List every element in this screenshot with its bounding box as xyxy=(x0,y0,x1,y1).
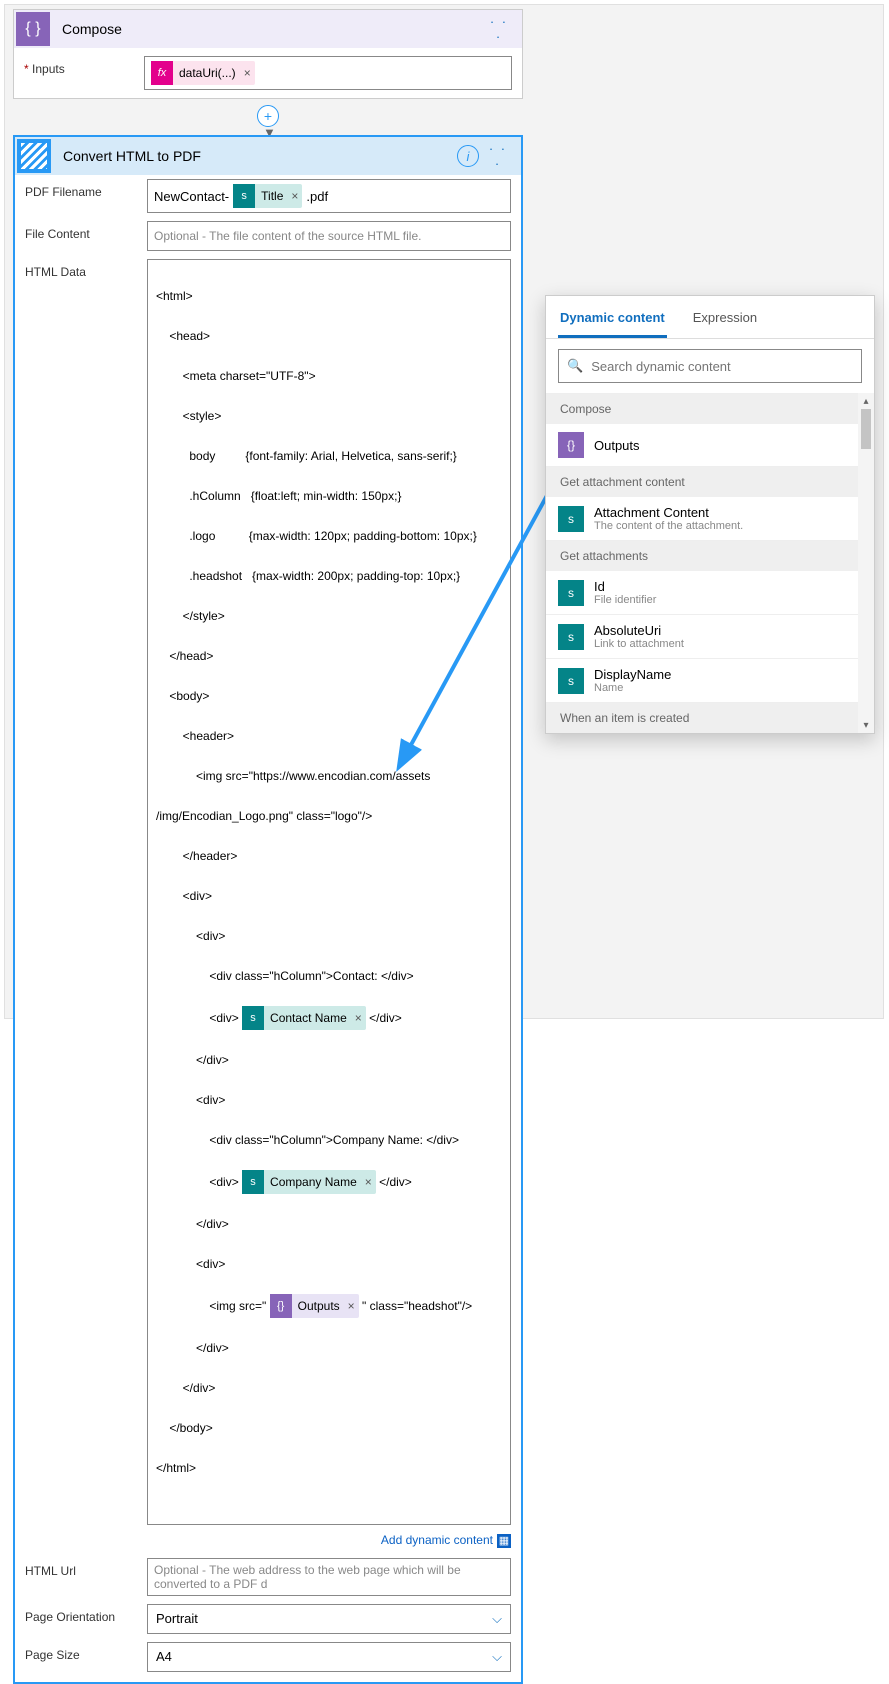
dyn-item-displayname[interactable]: s DisplayNameName xyxy=(546,659,858,703)
convert-html-to-pdf-card: Convert HTML to PDF i · · · PDF Filename… xyxy=(13,135,523,1684)
remove-token-icon[interactable]: × xyxy=(287,189,302,203)
sp-token-contact-name[interactable]: sContact Name× xyxy=(242,1006,366,1030)
dyn-section-compose: Compose xyxy=(546,394,858,424)
dyn-scrollbar[interactable]: ▴ ▾ xyxy=(858,393,874,733)
sharepoint-icon: s xyxy=(558,668,584,694)
scrollbar-up-icon[interactable]: ▴ xyxy=(858,393,874,409)
pdf-filename-field[interactable]: NewContact- s Title × .pdf xyxy=(147,179,511,213)
pdf-filename-label: PDF Filename xyxy=(25,179,137,199)
dynamic-content-panel: Dynamic content Expression 🔍 Compose {} … xyxy=(545,295,875,734)
add-dynamic-content-icon[interactable]: ▦ xyxy=(497,1534,511,1548)
dyn-item-id[interactable]: s IdFile identifier xyxy=(546,571,858,615)
dyn-section-when-item-created: When an item is created xyxy=(546,703,858,733)
encodian-header[interactable]: Convert HTML to PDF i · · · xyxy=(15,137,521,175)
page-orientation-select[interactable]: Portrait⌵ xyxy=(147,1604,511,1634)
dyn-item-absoluteuri[interactable]: s AbsoluteUriLink to attachment xyxy=(546,615,858,659)
add-dynamic-content-link[interactable]: Add dynamic content xyxy=(381,1533,493,1547)
search-icon: 🔍 xyxy=(567,358,583,374)
chevron-down-icon: ⌵ xyxy=(492,1611,502,1627)
add-step-button[interactable]: + xyxy=(257,105,279,127)
dyn-tabs: Dynamic content Expression xyxy=(546,296,874,339)
page-size-label: Page Size xyxy=(25,1642,137,1662)
remove-token-icon[interactable]: × xyxy=(361,1172,376,1192)
file-content-label: File Content xyxy=(25,221,137,241)
sharepoint-icon: s xyxy=(558,506,584,532)
sharepoint-icon: s xyxy=(558,580,584,606)
sharepoint-icon: s xyxy=(242,1170,264,1194)
sharepoint-icon: s xyxy=(558,624,584,650)
scrollbar-down-icon[interactable]: ▾ xyxy=(858,717,874,733)
sharepoint-icon: s xyxy=(242,1006,264,1030)
compose-icon: { } xyxy=(16,12,50,46)
html-data-field[interactable]: <html> <head> <meta charset="UTF-8"> <st… xyxy=(147,259,511,1525)
info-icon[interactable]: i xyxy=(457,145,479,167)
inputs-field[interactable]: fx dataUri(...) × xyxy=(144,56,512,90)
html-url-field[interactable]: Optional - The web address to the web pa… xyxy=(147,1558,511,1596)
dyn-item-attachment-content[interactable]: s Attachment ContentThe content of the a… xyxy=(546,497,858,541)
dyn-section-get-attachments: Get attachments xyxy=(546,541,858,571)
remove-token-icon[interactable]: × xyxy=(351,1008,366,1028)
flow-canvas: { } Compose · · · * Inputs fx dataUri(..… xyxy=(4,4,884,1019)
dyn-item-outputs[interactable]: {} Outputs xyxy=(546,424,858,467)
encodian-title: Convert HTML to PDF xyxy=(53,148,457,164)
dyn-search-input[interactable] xyxy=(591,359,853,374)
compose-icon: {} xyxy=(270,1294,292,1318)
compose-title: Compose xyxy=(52,21,484,37)
compose-action-card: { } Compose · · · * Inputs fx dataUri(..… xyxy=(13,9,523,99)
html-url-label: HTML Url xyxy=(25,1558,137,1578)
sp-token-title[interactable]: s Title × xyxy=(233,184,302,208)
page-size-select[interactable]: A4⌵ xyxy=(147,1642,511,1672)
scrollbar-thumb[interactable] xyxy=(861,409,871,449)
compose-more-button[interactable]: · · · xyxy=(484,14,514,44)
fx-token-datauri[interactable]: fx dataUri(...) × xyxy=(151,61,255,85)
file-content-field[interactable]: Optional - The file content of the sourc… xyxy=(147,221,511,251)
html-data-label: HTML Data xyxy=(25,259,137,279)
encodian-more-button[interactable]: · · · xyxy=(483,141,513,171)
compose-icon: {} xyxy=(558,432,584,458)
tab-dynamic-content[interactable]: Dynamic content xyxy=(558,304,667,338)
page-orientation-label: Page Orientation xyxy=(25,1604,137,1624)
add-dynamic-content-row: Add dynamic content ▦ xyxy=(15,1529,521,1554)
chevron-down-icon: ⌵ xyxy=(492,1649,502,1665)
remove-token-icon[interactable]: × xyxy=(240,66,255,80)
inputs-label: * Inputs xyxy=(24,56,134,90)
fx-icon: fx xyxy=(151,61,173,85)
compose-token-outputs[interactable]: {}Outputs× xyxy=(270,1294,359,1318)
tab-expression[interactable]: Expression xyxy=(691,304,759,338)
encodian-icon xyxy=(17,139,51,173)
sp-token-company-name[interactable]: sCompany Name× xyxy=(242,1170,376,1194)
compose-header[interactable]: { } Compose · · · xyxy=(14,10,522,48)
dyn-section-get-attachment-content: Get attachment content xyxy=(546,467,858,497)
dyn-search[interactable]: 🔍 xyxy=(558,349,862,383)
sharepoint-icon: s xyxy=(233,184,255,208)
remove-token-icon[interactable]: × xyxy=(344,1296,359,1316)
